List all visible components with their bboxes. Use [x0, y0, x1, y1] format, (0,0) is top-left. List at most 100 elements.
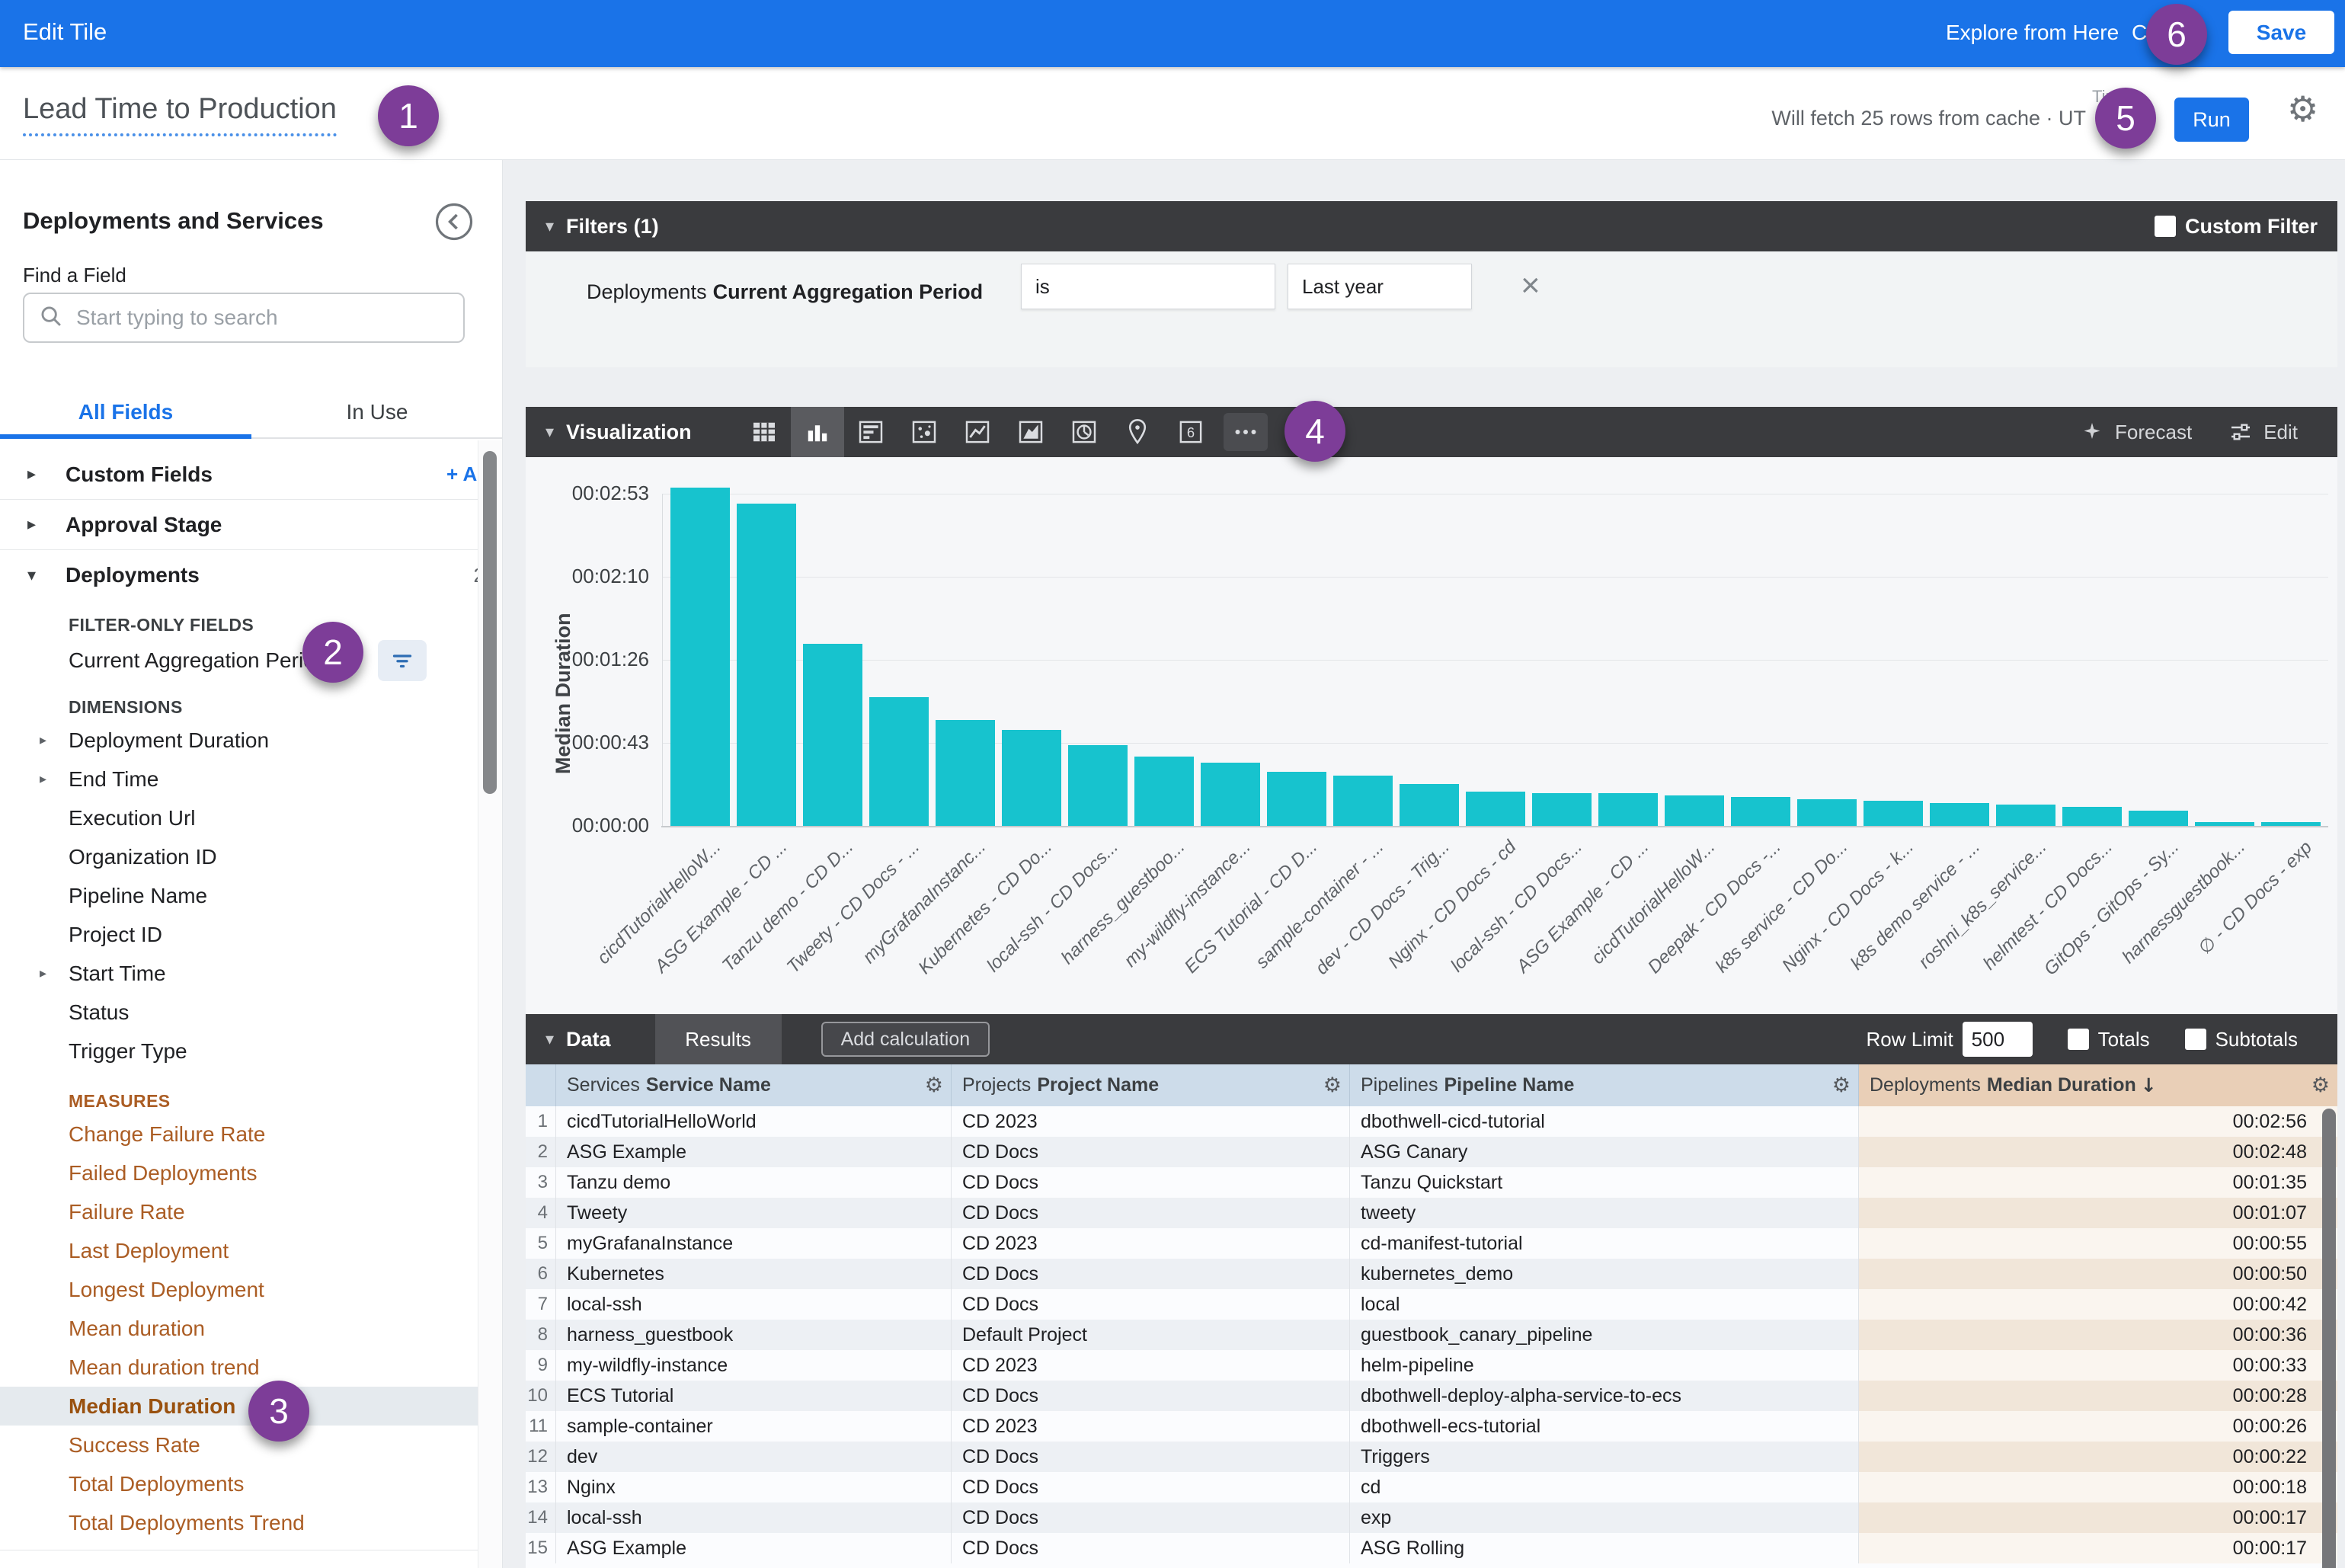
chart-bar[interactable]	[1731, 797, 1790, 826]
cell-project-name[interactable]: CD Docs	[952, 1442, 1350, 1472]
cell-pipeline-name[interactable]: ASG Rolling	[1350, 1533, 1859, 1563]
cell-service-name[interactable]: Nginx	[556, 1472, 952, 1502]
cell-service-name[interactable]: sample-container	[556, 1411, 952, 1442]
chart-bar[interactable]	[1267, 772, 1326, 826]
filter-operator-select[interactable]: is	[1021, 264, 1275, 309]
scatter-plot-icon[interactable]	[897, 407, 951, 457]
sidebar-group-custom-fields[interactable]: ▸Custom Fields+ Add	[0, 450, 503, 500]
add-calculation-button[interactable]: Add calculation	[821, 1022, 990, 1057]
cell-service-name[interactable]: local-ssh	[556, 1289, 952, 1320]
cell-median-duration[interactable]: 00:01:35	[1859, 1167, 2337, 1198]
sidebar-measure-last-deployment[interactable]: Last Deployment	[0, 1231, 503, 1270]
chart-bar[interactable]	[1400, 784, 1459, 826]
chart-bar[interactable]	[1002, 730, 1061, 826]
cell-service-name[interactable]: cicdTutorialHelloWorld	[556, 1106, 952, 1137]
cell-pipeline-name[interactable]: cd	[1350, 1472, 1859, 1502]
filter-value-input[interactable]: Last year	[1288, 264, 1472, 309]
chart-bar[interactable]	[1068, 745, 1128, 826]
cell-median-duration[interactable]: 00:00:42	[1859, 1289, 2337, 1320]
cell-project-name[interactable]: CD Docs	[952, 1289, 1350, 1320]
sidebar-group-approval-stage[interactable]: ▸Approval Stage	[0, 500, 503, 550]
cell-project-name[interactable]: CD Docs	[952, 1259, 1350, 1289]
cell-median-duration[interactable]: 00:00:33	[1859, 1350, 2337, 1381]
sidebar-dimension-project-id[interactable]: Project ID	[0, 915, 503, 954]
column-header-project-name[interactable]: ProjectsProject Name ⚙	[952, 1064, 1350, 1106]
cell-project-name[interactable]: CD 2023	[952, 1106, 1350, 1137]
cell-project-name[interactable]: CD Docs	[952, 1167, 1350, 1198]
cell-service-name[interactable]: Kubernetes	[556, 1259, 952, 1289]
chart-bar[interactable]	[1665, 795, 1724, 826]
sidebar-dimension-start-time[interactable]: ▸Start Time	[0, 954, 503, 993]
cell-pipeline-name[interactable]: tweety	[1350, 1198, 1859, 1228]
cell-service-name[interactable]: ASG Example	[556, 1137, 952, 1167]
chart-bar[interactable]	[1201, 763, 1260, 826]
cell-median-duration[interactable]: 00:00:17	[1859, 1533, 2337, 1563]
visualization-section-header[interactable]: ▾ Visualization 6 Forecast Edit	[526, 407, 2337, 457]
field-search-input[interactable]	[76, 306, 451, 330]
cell-pipeline-name[interactable]: local	[1350, 1289, 1859, 1320]
cell-median-duration[interactable]: 00:02:56	[1859, 1106, 2337, 1137]
edit-viz-button[interactable]: Edit	[2227, 418, 2298, 446]
sidebar-measure-success-rate[interactable]: Success Rate	[0, 1426, 503, 1464]
tab-in-use[interactable]: In Use	[251, 389, 503, 437]
cell-service-name[interactable]: Tanzu demo	[556, 1167, 952, 1198]
table-icon[interactable]	[737, 407, 791, 457]
forecast-button[interactable]: Forecast	[2078, 418, 2192, 446]
sidebar-dimension-status[interactable]: Status	[0, 993, 503, 1032]
sidebar-measure-failed-deployments[interactable]: Failed Deployments	[0, 1154, 503, 1192]
cell-project-name[interactable]: CD Docs	[952, 1137, 1350, 1167]
tile-title-input[interactable]: Lead Time to Production	[23, 93, 337, 136]
tab-all-fields[interactable]: All Fields	[0, 389, 251, 437]
cell-project-name[interactable]: CD Docs	[952, 1472, 1350, 1502]
gear-icon[interactable]: ⚙	[925, 1074, 951, 1097]
cell-pipeline-name[interactable]: kubernetes_demo	[1350, 1259, 1859, 1289]
cell-pipeline-name[interactable]: dbothwell-cicd-tutorial	[1350, 1106, 1859, 1137]
sidebar-measure-mean-duration[interactable]: Mean duration	[0, 1309, 503, 1348]
sidebar-measure-failure-rate[interactable]: Failure Rate	[0, 1192, 503, 1231]
chart-bar[interactable]	[670, 488, 730, 826]
cell-median-duration[interactable]: 00:00:36	[1859, 1320, 2337, 1350]
chart-bar[interactable]	[2261, 822, 2321, 826]
subtotals-checkbox[interactable]	[2185, 1029, 2206, 1050]
cell-median-duration[interactable]: 00:01:07	[1859, 1198, 2337, 1228]
cell-project-name[interactable]: CD 2023	[952, 1350, 1350, 1381]
chart-bar[interactable]	[2195, 822, 2254, 826]
sidebar-dimension-end-time[interactable]: ▸End Time	[0, 760, 503, 798]
sidebar-group-deployments[interactable]: ▾Deployments2	[0, 550, 503, 600]
results-tab[interactable]: Results	[655, 1014, 782, 1064]
cell-project-name[interactable]: CD Docs	[952, 1533, 1350, 1563]
chart-bar[interactable]	[1134, 757, 1194, 826]
remove-filter-icon[interactable]: ×	[1521, 267, 1540, 305]
cell-median-duration[interactable]: 00:00:50	[1859, 1259, 2337, 1289]
sidebar-dimension-trigger-type[interactable]: Trigger Type	[0, 1032, 503, 1070]
gear-icon[interactable]: ⚙	[1832, 1074, 1858, 1097]
cell-service-name[interactable]: Tweety	[556, 1198, 952, 1228]
cell-median-duration[interactable]: 00:00:28	[1859, 1381, 2337, 1411]
cell-pipeline-name[interactable]: ASG Canary	[1350, 1137, 1859, 1167]
chart-bar[interactable]	[1797, 799, 1857, 826]
cell-project-name[interactable]: CD Docs	[952, 1198, 1350, 1228]
cell-service-name[interactable]: ASG Example	[556, 1533, 952, 1563]
column-chart-icon[interactable]	[791, 407, 844, 457]
chart-bar[interactable]	[2062, 807, 2122, 826]
cell-median-duration[interactable]: 00:00:26	[1859, 1411, 2337, 1442]
query-settings-gear-icon[interactable]: ⚙	[2287, 88, 2318, 130]
sidebar-scrollbar-thumb[interactable]	[483, 451, 497, 794]
sidebar-dimension-pipeline-name[interactable]: Pipeline Name	[0, 876, 503, 915]
gear-icon[interactable]: ⚙	[2311, 1074, 2337, 1097]
cell-pipeline-name[interactable]: exp	[1350, 1502, 1859, 1533]
line-chart-icon[interactable]	[951, 407, 1004, 457]
sidebar-measure-mean-duration-trend[interactable]: Mean duration trend	[0, 1348, 503, 1387]
sidebar-dimension-organization-id[interactable]: Organization ID	[0, 837, 503, 876]
chart-bar[interactable]	[869, 697, 929, 826]
cell-service-name[interactable]: harness_guestbook	[556, 1320, 952, 1350]
run-button[interactable]: Run	[2174, 98, 2249, 142]
filter-by-field-button[interactable]	[378, 640, 427, 681]
cell-median-duration[interactable]: 00:00:17	[1859, 1502, 2337, 1533]
pie-chart-icon[interactable]	[1057, 407, 1111, 457]
cell-project-name[interactable]: CD Docs	[952, 1502, 1350, 1533]
sidebar-measure-longest-deployment[interactable]: Longest Deployment	[0, 1270, 503, 1309]
chart-bar[interactable]	[803, 644, 862, 826]
column-header-median-duration[interactable]: DeploymentsMedian Duration ↓ ⚙	[1859, 1064, 2337, 1106]
single-value-icon[interactable]: 6	[1164, 407, 1217, 457]
